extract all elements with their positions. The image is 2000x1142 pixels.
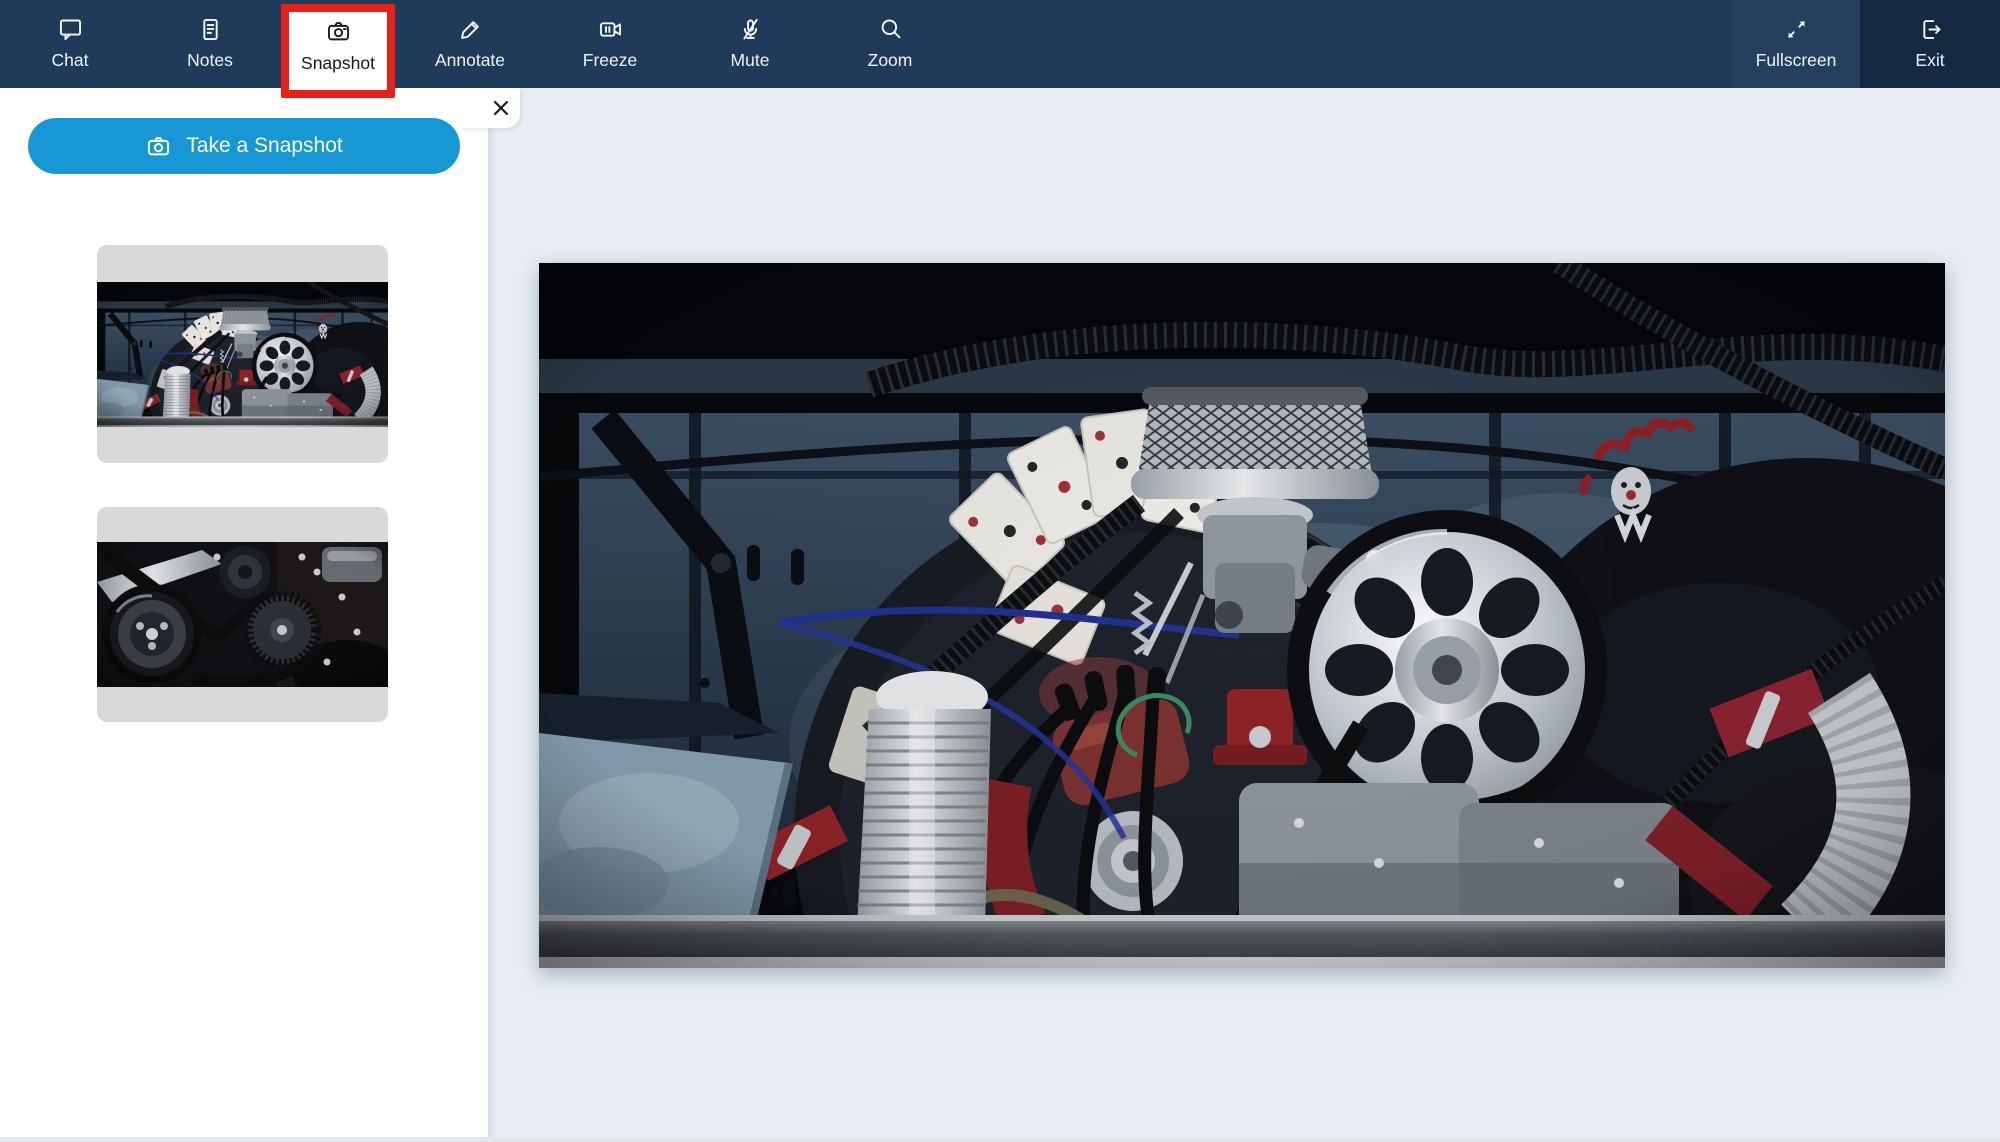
toolbar-item-chat[interactable]: Chat [0, 0, 140, 88]
exit-door-icon [1917, 16, 1944, 43]
toolbar-item-fullscreen[interactable]: Fullscreen [1732, 0, 1860, 88]
notes-icon [197, 16, 224, 43]
toolbar-item-zoom[interactable]: Zoom [820, 0, 960, 88]
close-x-icon [490, 97, 512, 119]
toolbar-item-label: Notes [187, 52, 233, 70]
main-content [488, 88, 2000, 1142]
toolbar-item-label: Snapshot [301, 55, 375, 73]
toolbar-item-annotate[interactable]: Annotate [400, 0, 540, 88]
toolbar-item-snapshot-highlighted[interactable]: Snapshot [281, 4, 395, 98]
magnifier-icon [877, 16, 904, 43]
toolbar-item-label: Freeze [583, 52, 637, 70]
engine-bay-thumbnail-image [97, 282, 388, 427]
chat-icon [57, 16, 84, 43]
snapshot-panel: Take a Snapshot [0, 88, 488, 1142]
expand-arrows-icon [1783, 16, 1810, 43]
toolbar-item-label: Mute [731, 52, 770, 70]
toolbar-left-group: Chat Notes Snapshot [0, 0, 960, 88]
toolbar-item-notes[interactable]: Notes [140, 0, 280, 88]
toolbar-item-exit[interactable]: Exit [1860, 0, 2000, 88]
toolbar-item-label: Chat [52, 52, 89, 70]
app-window: Chat Notes Snapshot [0, 0, 2000, 1142]
toolbar-item-freeze[interactable]: Freeze [540, 0, 680, 88]
mic-muted-icon [737, 16, 764, 43]
video-pause-icon [597, 16, 624, 43]
take-snapshot-label: Take a Snapshot [186, 134, 342, 158]
camera-icon [325, 18, 352, 45]
shared-screen-image [539, 263, 1945, 968]
engine-belt-thumbnail-image [97, 542, 388, 687]
toolbar-item-label: Exit [1915, 52, 1944, 70]
toolbar-item-mute[interactable]: Mute [680, 0, 820, 88]
toolbar-item-label: Annotate [435, 52, 505, 70]
bottom-edge-strip [0, 1137, 2000, 1142]
close-panel-button[interactable] [460, 88, 520, 128]
snapshot-thumbnail-2[interactable] [97, 507, 388, 722]
toolbar-item-label: Zoom [868, 52, 913, 70]
snapshot-thumbnail-1[interactable] [97, 245, 388, 463]
top-toolbar: Chat Notes Snapshot [0, 0, 2000, 88]
pen-icon [457, 16, 484, 43]
take-snapshot-button[interactable]: Take a Snapshot [28, 118, 460, 174]
toolbar-item-label: Fullscreen [1756, 52, 1837, 70]
camera-icon [145, 133, 172, 160]
engine-bay-photo [539, 263, 1945, 968]
